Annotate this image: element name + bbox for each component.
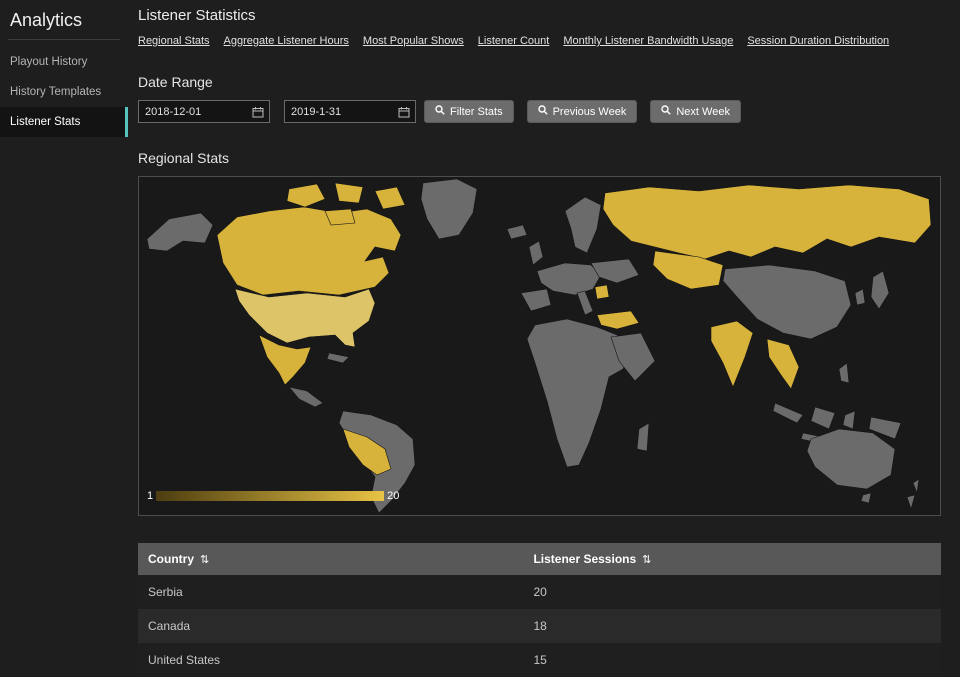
map-legend: 1 20 (147, 490, 399, 502)
stats-nav: Regional Stats Aggregate Listener Hours … (138, 35, 940, 47)
map-philippines[interactable] (838, 362, 850, 384)
country-cell: Canada (148, 619, 191, 633)
column-header-label: Listener Sessions (533, 552, 637, 566)
next-week-label: Next Week (676, 105, 730, 118)
end-date-field (284, 100, 416, 123)
map-new-zealand[interactable] (912, 478, 920, 495)
map-country-uk[interactable] (528, 240, 544, 266)
world-map-panel: 1 20 (138, 176, 941, 516)
sidebar-item-label: Listener Stats (10, 116, 81, 128)
sort-icon[interactable]: ⇅ (642, 554, 651, 566)
filter-stats-button[interactable]: Filter Stats (424, 100, 514, 123)
map-korea[interactable] (854, 288, 866, 306)
table-header-row: Country ⇅ Listener Sessions ⇅ (138, 543, 941, 575)
map-country-japan[interactable] (870, 270, 890, 310)
map-country-canada[interactable] (216, 206, 402, 296)
sidebar: Analytics Playout History History Templa… (0, 0, 128, 672)
map-borneo[interactable] (810, 406, 836, 430)
next-week-button[interactable]: Next Week (650, 100, 741, 123)
nav-link-aggregate-listener-hours[interactable]: Aggregate Listener Hours (224, 35, 349, 47)
legend-max-label: 20 (387, 490, 400, 502)
map-new-zealand[interactable] (906, 494, 916, 511)
sidebar-item-label: History Templates (10, 86, 102, 98)
main-content: Listener Statistics Regional Stats Aggre… (128, 0, 960, 677)
map-country-russia[interactable] (602, 184, 932, 260)
date-range-label: Date Range (138, 74, 213, 90)
map-country-mexico[interactable] (258, 334, 312, 386)
sidebar-divider (8, 39, 120, 40)
date-range-controls: Filter Stats Previous Week Next Week (138, 100, 940, 123)
map-country-turkey[interactable] (596, 310, 640, 330)
end-date-input[interactable] (285, 105, 398, 118)
regional-stats-title: Regional Stats (138, 150, 230, 166)
map-country-cuba[interactable] (326, 352, 350, 364)
column-header-country[interactable]: Country ⇅ (138, 543, 524, 575)
map-iberia[interactable] (520, 288, 552, 312)
filter-stats-label: Filter Stats (450, 105, 503, 118)
map-country-united-states[interactable] (234, 288, 376, 348)
map-country-italy[interactable] (576, 290, 594, 316)
map-sulawesi[interactable] (842, 410, 856, 430)
map-arctic-island[interactable] (374, 186, 406, 210)
calendar-icon[interactable] (252, 106, 269, 118)
table-row: Canada 18 (138, 609, 941, 643)
sort-icon[interactable]: ⇅ (200, 554, 209, 566)
sidebar-item-label: Playout History (10, 56, 88, 68)
listener-sessions-table: Country ⇅ Listener Sessions ⇅ Serbia 20 Ca… (138, 543, 941, 677)
legend-min-label: 1 (147, 490, 154, 502)
page-title: Listener Statistics (138, 7, 256, 24)
country-cell: Serbia (148, 585, 183, 599)
legend-gradient-bar (156, 491, 385, 501)
nav-link-session-duration[interactable]: Session Duration Distribution (747, 35, 889, 47)
map-arctic-island[interactable] (334, 182, 364, 204)
map-tasmania[interactable] (860, 492, 872, 504)
column-header-label: Country (148, 552, 194, 566)
map-country-india[interactable] (710, 320, 754, 388)
sessions-cell: 20 (533, 585, 547, 599)
map-country-madagascar[interactable] (636, 422, 650, 452)
map-country-greenland[interactable] (420, 178, 478, 240)
analytics-page: Analytics Playout History History Templa… (0, 0, 960, 677)
sidebar-item-playout-history[interactable]: Playout History (0, 47, 128, 77)
sidebar-title: Analytics (10, 10, 83, 30)
map-arctic-island[interactable] (286, 183, 326, 208)
previous-week-label: Previous Week (552, 105, 627, 118)
column-header-listener-sessions[interactable]: Listener Sessions ⇅ (523, 543, 941, 575)
search-icon (435, 105, 445, 118)
map-arabia[interactable] (610, 332, 656, 382)
start-date-input[interactable] (139, 105, 252, 118)
table-row: Serbia 20 (138, 575, 941, 609)
start-date-field (138, 100, 270, 123)
calendar-icon[interactable] (398, 106, 415, 118)
nav-link-most-popular-shows[interactable]: Most Popular Shows (363, 35, 464, 47)
map-scandinavia[interactable] (564, 196, 602, 254)
world-map[interactable] (139, 177, 940, 515)
map-country-australia[interactable] (806, 428, 896, 490)
map-central-america[interactable] (288, 386, 324, 408)
nav-link-monthly-listener-bandwidth[interactable]: Monthly Listener Bandwidth Usage (563, 35, 733, 47)
sidebar-item-history-templates[interactable]: History Templates (0, 77, 128, 107)
sessions-cell: 18 (533, 619, 547, 633)
search-icon (537, 105, 548, 118)
sidebar-item-listener-stats[interactable]: Listener Stats (0, 107, 128, 137)
nav-link-regional-stats[interactable]: Regional Stats (138, 35, 210, 47)
previous-week-button[interactable]: Previous Week (526, 100, 638, 123)
map-country-alaska[interactable] (146, 212, 214, 252)
search-icon (661, 105, 672, 118)
map-country-serbia[interactable] (594, 284, 610, 300)
nav-link-listener-count[interactable]: Listener Count (478, 35, 550, 47)
map-country-iceland[interactable] (506, 224, 528, 240)
map-sumatra[interactable] (772, 402, 804, 424)
map-indochina[interactable] (766, 338, 800, 390)
